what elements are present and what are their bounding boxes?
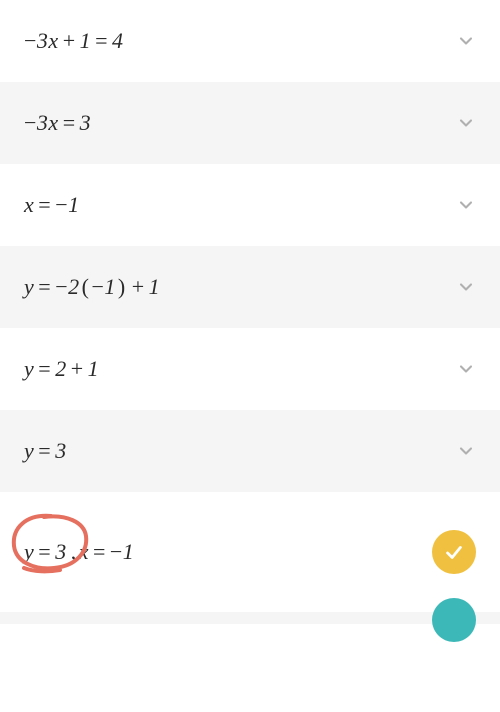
- solution-step-2[interactable]: −3x=3: [0, 82, 500, 164]
- solution-step-1[interactable]: −3x+1=4: [0, 0, 500, 82]
- equation-text: −3x=3: [24, 110, 91, 136]
- chevron-down-icon[interactable]: [456, 359, 476, 379]
- solution-step-6[interactable]: y=3: [0, 410, 500, 492]
- equation-text: −3x+1=4: [24, 28, 124, 54]
- chevron-down-icon[interactable]: [456, 31, 476, 51]
- solution-step-3[interactable]: x=−1: [0, 164, 500, 246]
- solution-step-4[interactable]: y=−2(−1)+1: [0, 246, 500, 328]
- check-icon: [432, 530, 476, 574]
- chevron-down-icon[interactable]: [456, 441, 476, 461]
- chevron-down-icon[interactable]: [456, 195, 476, 215]
- equation-text: y=3,x=−1: [24, 539, 134, 565]
- equation-text: y=2+1: [24, 356, 99, 382]
- next-step-partial: [0, 612, 500, 624]
- chevron-down-icon[interactable]: [456, 113, 476, 133]
- solution-step-5[interactable]: y=2+1: [0, 328, 500, 410]
- solution-final[interactable]: y=3,x=−1: [0, 492, 500, 612]
- action-button-partial: [432, 598, 476, 642]
- chevron-down-icon[interactable]: [456, 277, 476, 297]
- equation-text: x=−1: [24, 192, 80, 218]
- equation-text: y=−2(−1)+1: [24, 274, 160, 300]
- equation-text: y=3: [24, 438, 67, 464]
